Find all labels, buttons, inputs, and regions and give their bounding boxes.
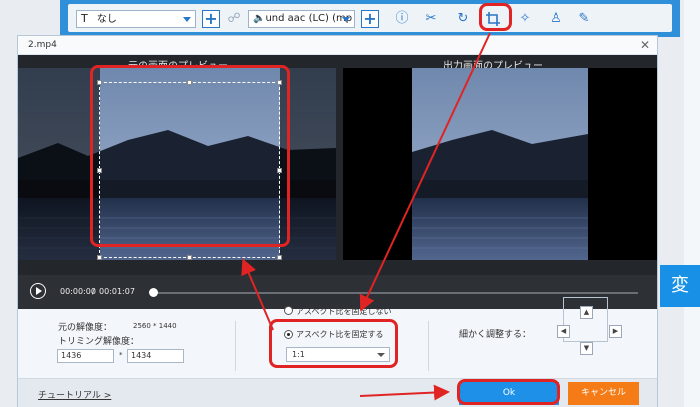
- ok-button-highlight: [457, 379, 560, 405]
- subtitle-select[interactable]: T なし: [76, 10, 196, 28]
- divider: [428, 321, 429, 371]
- text-icon: T: [81, 12, 88, 25]
- cancel-button[interactable]: キャンセル: [568, 382, 639, 405]
- crop-width-input[interactable]: 1436: [57, 349, 114, 363]
- original-resolution-value: 2560 * 1440: [133, 322, 177, 330]
- total-time: 00:01:07: [99, 287, 135, 296]
- background-sidebar: [684, 0, 700, 407]
- tutorial-link[interactable]: チュートリアル >: [38, 388, 111, 401]
- original-resolution-label: 元の解像度：: [58, 323, 113, 333]
- convert-button[interactable]: 変: [660, 265, 700, 307]
- play-icon[interactable]: [30, 283, 46, 299]
- subtitle-effect-icon[interactable]: ☍: [225, 10, 243, 28]
- edit-icon[interactable]: ✎: [575, 10, 593, 28]
- trim-resolution-label: トリミング解像度：: [58, 337, 140, 347]
- seek-thumb[interactable]: [148, 288, 158, 297]
- dialog-title: 2.mp4: [28, 40, 57, 50]
- fine-adjust-label: 細かく調整する：: [459, 330, 532, 340]
- toolbar-inner: T なし + ☍ 🔈und aac (LC) (mp + ⓘ ✂ ↻ ✧ ♙ ✎: [68, 4, 672, 32]
- arrow-down-button[interactable]: ▼: [580, 342, 593, 355]
- background-toolbar: T なし + ☍ 🔈und aac (LC) (mp + ⓘ ✂ ↻ ✧ ♙ ✎: [60, 0, 680, 37]
- rotate-icon[interactable]: ↻: [454, 10, 472, 28]
- add-subtitle-button[interactable]: +: [202, 10, 220, 28]
- current-time: 00:00:00: [60, 287, 96, 296]
- add-audio-button[interactable]: +: [361, 10, 379, 28]
- time-separator: /: [92, 287, 95, 296]
- subtitle-select-value: なし: [96, 14, 117, 25]
- chevron-down-icon: [342, 17, 350, 22]
- arrow-up-button[interactable]: ▲: [580, 306, 593, 319]
- playback-bar: 00:00:00 / 00:01:07: [18, 275, 657, 309]
- crop-height-input[interactable]: 1434: [127, 349, 184, 363]
- multiply-sign: *: [119, 351, 123, 359]
- magic-wand-icon[interactable]: ✧: [516, 10, 534, 28]
- close-icon[interactable]: ✕: [640, 38, 650, 52]
- aspect-ratio-highlight: [269, 319, 398, 368]
- dialog-footer: チュートリアル > Ok キャンセル: [18, 378, 657, 407]
- audio-select[interactable]: 🔈und aac (LC) (mp: [248, 10, 355, 28]
- crop-handle-bottom-right[interactable]: [277, 255, 282, 260]
- speaker-icon: 🔈: [253, 13, 266, 24]
- landscape-image-cropped: [412, 68, 588, 260]
- crop-handle-bottom[interactable]: [187, 255, 192, 260]
- crop-frame-highlight: [90, 65, 290, 247]
- dialog-title-bar: 2.mp4 ✕: [18, 36, 657, 55]
- crop-tool-highlight: [479, 3, 512, 31]
- arrow-left-button[interactable]: ◀: [557, 325, 570, 338]
- info-icon[interactable]: ⓘ: [393, 10, 411, 28]
- radio-unfixed-ratio[interactable]: [284, 306, 293, 315]
- scissors-icon[interactable]: ✂: [422, 10, 440, 28]
- crop-handle-bottom-left[interactable]: [97, 255, 102, 260]
- audio-select-value: und aac (LC) (mp: [265, 13, 353, 24]
- output-preview: [343, 68, 657, 260]
- seek-bar[interactable]: [153, 292, 638, 294]
- arrow-right-button[interactable]: ▶: [609, 325, 622, 338]
- watermark-icon[interactable]: ♙: [547, 10, 565, 28]
- chevron-down-icon: [183, 17, 191, 22]
- radio-unfixed-ratio-label[interactable]: アスペクト比を固定しない: [296, 306, 391, 317]
- divider: [235, 321, 236, 371]
